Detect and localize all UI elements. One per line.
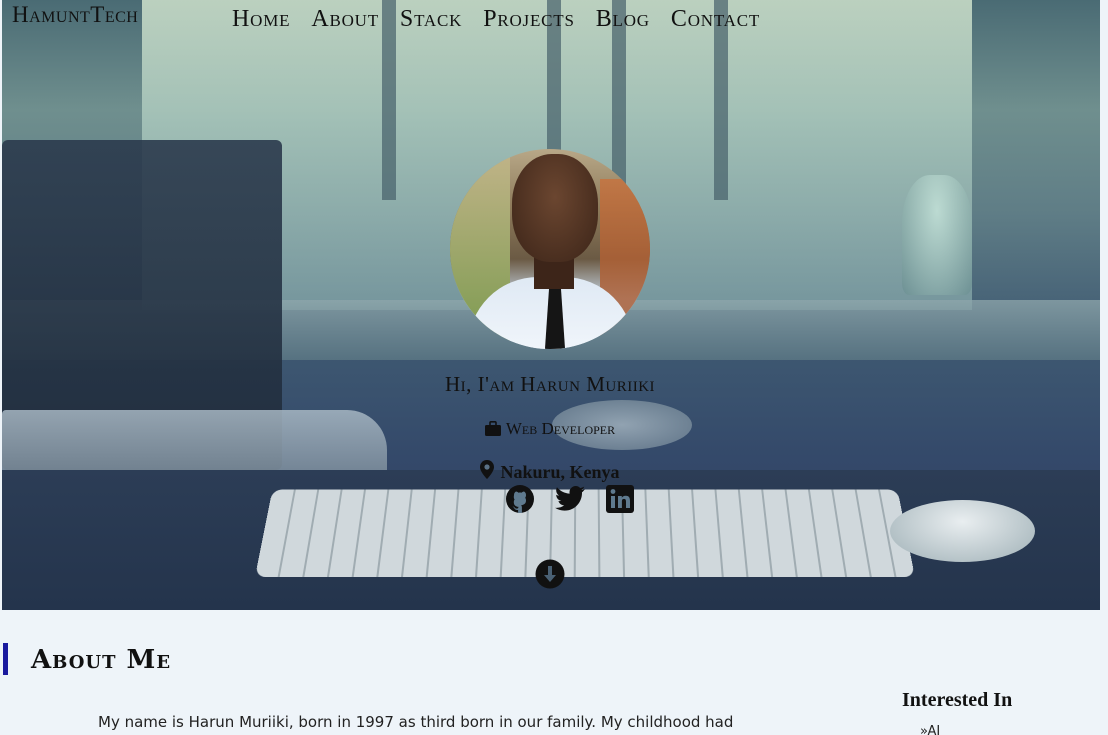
profile-avatar — [450, 149, 650, 349]
hero-location: Nakuru, Kenya — [0, 460, 1100, 483]
github-icon[interactable] — [504, 484, 536, 514]
map-marker-icon — [480, 460, 495, 479]
briefcase-icon — [484, 421, 501, 436]
nav-about[interactable]: About — [311, 6, 379, 33]
linkedin-icon[interactable] — [604, 484, 636, 514]
main-nav: Home About Stack Projects Blog Contact — [232, 6, 760, 33]
hero-greeting: Hi, I'am Harun Muriiki — [444, 372, 656, 396]
twitter-icon[interactable] — [554, 484, 586, 514]
hero-bg-glass — [902, 175, 972, 295]
nav-stack[interactable]: Stack — [400, 6, 462, 33]
hero-location-label: Nakuru, Kenya — [500, 462, 620, 482]
brand-logo[interactable]: HamuntTech — [12, 2, 138, 28]
arrow-circle-down-icon[interactable] — [535, 559, 565, 589]
nav-blog[interactable]: Blog — [596, 6, 650, 33]
hero-role-label: Web Developer — [505, 419, 616, 438]
interest-item: »AI — [920, 724, 941, 735]
section-accent-bar — [3, 643, 8, 675]
about-title: About Me — [31, 645, 172, 675]
interests-title: Interested In — [902, 689, 1013, 711]
about-text: My name is Harun Muriiki, born in 1997 a… — [98, 713, 734, 735]
nav-home[interactable]: Home — [232, 6, 290, 33]
nav-contact[interactable]: Contact — [671, 6, 760, 33]
nav-projects[interactable]: Projects — [483, 6, 575, 33]
hero-role: Web Developer — [0, 419, 1100, 439]
social-links — [504, 484, 636, 514]
hero-bg-mouse — [890, 500, 1035, 562]
